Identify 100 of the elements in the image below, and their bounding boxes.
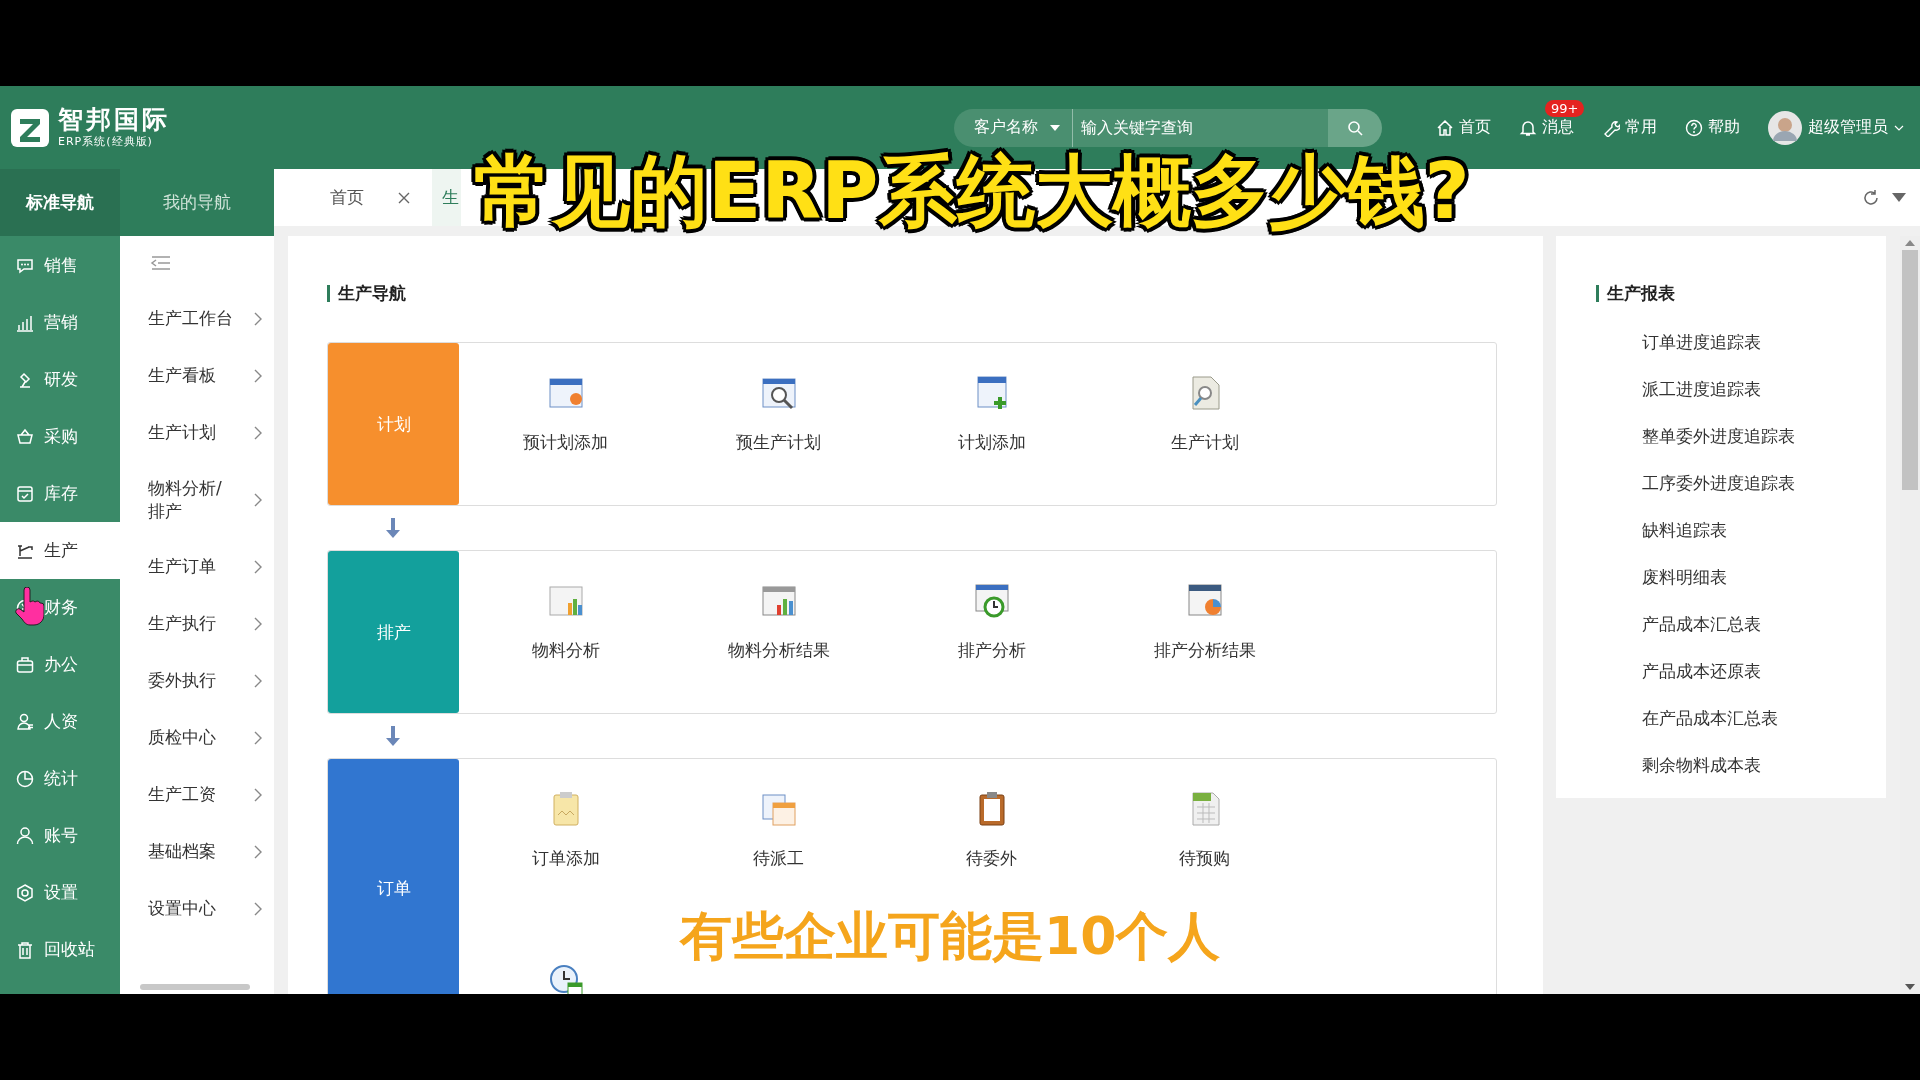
logo-title: 智邦国际: [58, 106, 170, 134]
chevron-right-icon: [254, 492, 262, 507]
chevron-right-icon: [254, 673, 262, 688]
hand-cursor-icon: [14, 587, 44, 627]
basket-icon: [16, 427, 34, 446]
submenu-item[interactable]: 质检中心: [120, 709, 274, 766]
report-link[interactable]: 订单进度追踪表: [1596, 332, 1886, 379]
module-item[interactable]: 设置: [0, 864, 120, 921]
count-badge: 99+: [1545, 100, 1585, 117]
submenu-item[interactable]: 物料分析/排产: [120, 461, 274, 538]
report-link[interactable]: 整单委外进度追踪表: [1596, 426, 1886, 473]
module-label: 采购: [44, 425, 78, 448]
bar-chart-icon: [16, 313, 34, 332]
page-tab[interactable]: 首页: [320, 169, 420, 226]
module-item[interactable]: 库存: [0, 465, 120, 522]
nav-link[interactable]: 首页: [1436, 117, 1491, 138]
category-dropdown[interactable]: 客户名称: [954, 108, 1073, 147]
user-icon: [16, 826, 34, 845]
shortcut-item[interactable]: 订单添加: [459, 759, 672, 929]
module-label: 设置: [44, 881, 78, 904]
collapse-icon: [148, 255, 172, 271]
stage-label: 排产: [376, 620, 411, 644]
module-label: 营销: [44, 311, 78, 334]
chevron-right-icon: [254, 844, 262, 859]
report-link[interactable]: 产品成本汇总表: [1596, 614, 1886, 661]
page-tab[interactable]: 生: [432, 169, 461, 226]
shortcut-item[interactable]: 预计划添加: [459, 343, 672, 513]
nav-tab[interactable]: 标准导航: [0, 169, 120, 236]
submenu-item[interactable]: 生产看板: [120, 347, 274, 404]
submenu-item[interactable]: 生产工资: [120, 766, 274, 823]
refresh-icon: [1862, 188, 1880, 207]
tab-label: 首页: [330, 186, 364, 209]
video-caption: 有些企业可能是10个人: [680, 905, 1221, 968]
report-link[interactable]: 产品成本还原表: [1596, 661, 1886, 708]
search-field[interactable]: 输入关键字查询: [1073, 118, 1328, 137]
report-link[interactable]: 在产品成本汇总表: [1596, 708, 1886, 755]
dropdown-caret-icon: [1892, 193, 1906, 202]
submenu-item[interactable]: 基础档案: [120, 823, 274, 880]
module-item[interactable]: 销售: [0, 237, 120, 294]
shortcut-item[interactable]: 生产计划: [1098, 343, 1311, 513]
module-item[interactable]: 研发: [0, 351, 120, 408]
scroll-down-icon: [1905, 984, 1915, 990]
user-menu[interactable]: 超级管理员: [1768, 110, 1904, 145]
nav-link[interactable]: 常用: [1602, 117, 1657, 138]
report-link[interactable]: 派工进度追踪表: [1596, 379, 1886, 426]
module-label: 财务: [44, 596, 78, 619]
module-item[interactable]: 生产: [0, 522, 120, 579]
pie-chart-icon: [16, 769, 34, 788]
scrollbar-thumb[interactable]: [1902, 250, 1918, 490]
shortcut-item[interactable]: 物料分析结果: [672, 551, 885, 721]
caret-icon: [1894, 124, 1904, 131]
submenu-item[interactable]: 委外执行: [120, 652, 274, 709]
nav-label: 帮助: [1708, 117, 1740, 138]
tab-label: 生: [442, 186, 459, 209]
logo-subtitle: ERP系统(经典版): [58, 134, 154, 149]
bell-icon: [1519, 118, 1537, 137]
chevron-right-icon: [254, 616, 262, 631]
section-title: 生产导航: [327, 285, 1497, 302]
nav-tab[interactable]: 我的导航: [120, 169, 274, 236]
module-item[interactable]: 营销: [0, 294, 120, 351]
shortcut-item[interactable]: 排产分析: [885, 551, 1098, 721]
report-link[interactable]: 工序委外进度追踪表: [1596, 473, 1886, 520]
user-name: 超级管理员: [1808, 117, 1888, 138]
submenu-item[interactable]: 生产订单: [120, 538, 274, 595]
submenu-item[interactable]: 生产执行: [120, 595, 274, 652]
search-field[interactable]: 输入关键字查询: [1073, 108, 1328, 147]
module-item[interactable]: 统计: [0, 750, 120, 807]
chevron-right-icon: [254, 425, 262, 440]
report-link[interactable]: 剩余物料成本表: [1596, 755, 1886, 802]
module-item[interactable]: 账号: [0, 807, 120, 864]
nav-label: 消息: [1542, 117, 1574, 138]
report-link[interactable]: 废料明细表: [1596, 567, 1886, 614]
chevron-right-icon: [254, 311, 262, 326]
shortcut-item[interactable]: 排产分析结果: [1098, 551, 1311, 721]
shortcut-item[interactable]: 预生产计划: [672, 343, 885, 513]
module-item[interactable]: 人资: [0, 693, 120, 750]
search-button[interactable]: [1328, 108, 1382, 147]
down-arrow-icon: [386, 518, 400, 538]
video-caption: 常见的ERP系统大概多少钱?: [474, 145, 1470, 238]
shortcut-item[interactable]: 计划添加: [885, 343, 1098, 513]
submenu-item[interactable]: 生产工作台: [120, 290, 274, 347]
caret-icon: [1050, 124, 1060, 131]
module-item[interactable]: 回收站: [0, 921, 120, 978]
shortcut-item[interactable]: 物料分析: [459, 551, 672, 721]
module-label: 研发: [44, 368, 78, 391]
module-item[interactable]: 采购: [0, 408, 120, 465]
submenu-item[interactable]: 生产计划: [120, 404, 274, 461]
chevron-right-icon: [254, 368, 262, 383]
chevron-right-icon: [254, 730, 262, 745]
report-link[interactable]: 缺料追踪表: [1596, 520, 1886, 567]
module-item[interactable]: 办公: [0, 636, 120, 693]
settings-icon: [16, 883, 34, 902]
scroll-up-icon: [1905, 240, 1915, 246]
close-icon[interactable]: [398, 191, 410, 204]
module-label: 回收站: [44, 938, 95, 961]
submenu-item[interactable]: 设置中心: [120, 880, 274, 937]
nav-link[interactable]: 帮助: [1685, 117, 1740, 138]
nav-link[interactable]: 消息: [1519, 117, 1574, 138]
chevron-right-icon: [254, 787, 262, 802]
briefcase-icon: [16, 655, 34, 674]
